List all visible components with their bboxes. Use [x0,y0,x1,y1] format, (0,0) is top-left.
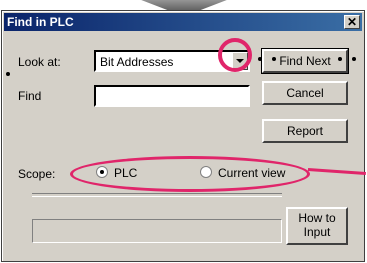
report-button[interactable]: Report [262,119,348,143]
find-next-button[interactable]: Find Next [261,48,349,74]
scope-label: Scope: [18,167,56,181]
highlight-circle [218,38,252,72]
how-to-label-line1: How to [298,211,336,225]
look-at-label: Look at: [18,55,61,69]
highlight-ellipse [70,156,310,192]
dot-2 [272,57,276,61]
dot-3 [338,57,342,61]
cancel-button[interactable]: Cancel [262,81,348,105]
how-to-input-button[interactable]: How to Input [286,207,348,245]
look-at-value: Bit Addresses [100,55,174,69]
status-box [32,219,282,243]
how-to-label-line2: Input [303,225,331,239]
close-button[interactable]: ✕ [344,15,360,29]
dot-4 [352,57,356,61]
dot-left [6,72,10,76]
find-in-plc-dialog: Find in PLC ✕ Look at: Bit Addresses Fin… [1,10,365,262]
dialog-titlebar: Find in PLC ✕ [4,13,362,31]
separator [32,193,282,197]
find-label: Find [18,89,42,103]
dot-1 [258,57,262,61]
find-input[interactable] [94,85,250,107]
dialog-title: Find in PLC [7,15,74,29]
close-icon: ✕ [346,15,358,29]
